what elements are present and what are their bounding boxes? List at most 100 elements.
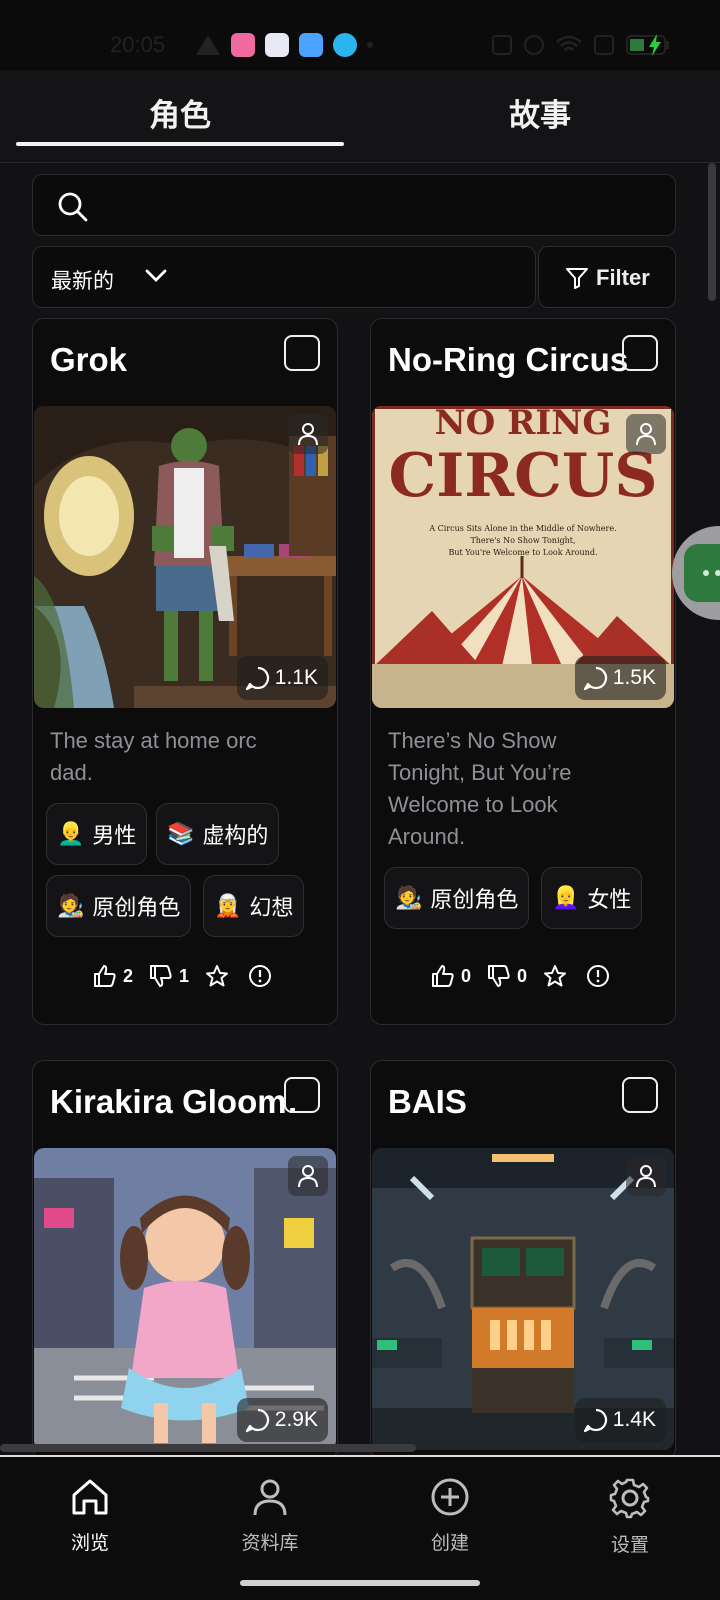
thumbs-down-icon (488, 965, 510, 987)
thumbs-down-icon (150, 965, 172, 987)
status-system-icons (492, 34, 670, 56)
character-image[interactable]: 1.4K (372, 1148, 674, 1450)
tag-chip[interactable]: 🧝 幻想 (203, 875, 305, 937)
like-button[interactable]: 2 (93, 964, 133, 988)
chat-dots-icon (684, 544, 720, 602)
card-title: No-Ring Circus (388, 341, 629, 378)
thumbs-up-icon (94, 965, 116, 987)
select-checkbox[interactable] (622, 1077, 658, 1113)
nav-label: 设置 (610, 1535, 649, 1556)
person-icon (636, 423, 656, 446)
tag-label: 女性 (587, 887, 632, 912)
card-description: There’s No Show Tonight, But You’re Welc… (388, 725, 571, 853)
tag-chip[interactable]: 📚 虚构的 (156, 803, 280, 865)
tag-chip[interactable]: 🧑‍🎨 原创角色 (384, 867, 530, 929)
chat-count: 1.4K (612, 1408, 656, 1431)
sort-dropdown[interactable]: 最新的 (32, 246, 536, 308)
nav-label: 创建 (430, 1533, 469, 1554)
bilibili-app-icon (231, 33, 255, 57)
tag-emoji: 👱‍♂️ (57, 821, 85, 847)
star-icon[interactable] (543, 964, 567, 988)
character-type-badge (626, 414, 666, 454)
select-checkbox[interactable] (622, 335, 658, 371)
tag-emoji: 👱‍♀️ (552, 885, 580, 911)
more-notifications-dot (367, 42, 373, 48)
dislike-count: 0 (517, 965, 528, 986)
character-image[interactable]: NO RING CIRCUS A Circus Sits Alone in th… (372, 406, 674, 708)
description-line: The stay at home orc (50, 728, 257, 753)
vertical-scrollbar[interactable] (708, 163, 716, 301)
description-line: dad. (50, 760, 93, 785)
star-icon[interactable] (205, 964, 229, 988)
character-image[interactable]: 2.9K (34, 1148, 336, 1450)
dislike-button[interactable]: 0 (487, 964, 527, 988)
horizontal-scrollbar[interactable] (0, 1444, 416, 1452)
tag-label: 原创角色 (92, 895, 181, 920)
poster-tagline: There's No Show Tonight, (470, 536, 575, 545)
status-bar: 20:05 (0, 0, 720, 70)
select-checkbox[interactable] (284, 335, 320, 371)
select-checkbox[interactable] (284, 1077, 320, 1113)
nav-label: 资料库 (241, 1533, 299, 1554)
qq-app-icon (333, 33, 357, 57)
report-icon[interactable] (585, 963, 611, 989)
person-icon (298, 1165, 318, 1188)
person-icon (298, 423, 318, 446)
card-stats: 2 1 (93, 963, 273, 989)
card-title: Kirakira Gloom… (50, 1083, 300, 1120)
tag-label: 幻想 (249, 895, 294, 920)
tag-label: 虚构的 (202, 823, 269, 848)
status-notification-icons (195, 33, 373, 57)
poster-tagline: A Circus Sits Alone in the Middle of Now… (428, 524, 616, 533)
chat-count-badge: 1.1K (236, 656, 328, 700)
person-icon (636, 1165, 656, 1188)
chat-count: 1.1K (274, 666, 318, 689)
like-button[interactable]: 0 (431, 964, 471, 988)
tag-chip[interactable]: 👱‍♀️ 女性 (541, 867, 643, 929)
description-line: Tonight, But You’re (388, 760, 572, 785)
chat-count-badge: 2.9K (236, 1398, 328, 1442)
dislike-button[interactable]: 1 (149, 964, 189, 988)
home-indicator[interactable] (240, 1580, 480, 1586)
tab-stories[interactable]: 故事 (360, 90, 720, 135)
chat-count-badge: 1.4K (574, 1398, 666, 1442)
card-title: Grok (50, 341, 128, 378)
floating-assistant-button[interactable] (672, 526, 720, 620)
character-image[interactable]: 1.1K (34, 406, 336, 708)
tag-emoji: 🧝 (214, 893, 242, 919)
funnel-icon (566, 268, 588, 289)
thumbs-up-icon (432, 965, 454, 987)
tag-emoji: 🧑‍🎨 (57, 893, 85, 919)
card-title: BAIS (388, 1083, 467, 1120)
top-tabs: 角色 故事 (0, 70, 720, 163)
status-time: 20:05 (110, 32, 166, 57)
tag-chip[interactable]: 👱‍♂️ 男性 (46, 803, 148, 865)
plus-circle-icon (431, 1478, 469, 1516)
character-card[interactable]: Kirakira Gloom… 2.9K (32, 1060, 338, 1460)
character-type-badge (626, 1156, 666, 1196)
wifi-icon (556, 35, 582, 51)
filter-button[interactable]: Filter (538, 246, 676, 308)
nav-settings[interactable]: 设置 (570, 1477, 690, 1557)
chat-bubble-icon (245, 666, 269, 691)
nav-browse[interactable]: 浏览 (30, 1477, 150, 1555)
warning-icon (196, 35, 220, 55)
character-type-badge (288, 1156, 328, 1196)
character-card[interactable]: Grok (32, 318, 338, 1025)
tab-characters[interactable]: 角色 (16, 90, 344, 135)
nav-library[interactable]: 资料库 (210, 1477, 330, 1555)
chat-count: 2.9K (274, 1408, 318, 1431)
tag-chip[interactable]: 🧑‍🎨 原创角色 (46, 875, 192, 937)
like-count: 2 (123, 965, 134, 986)
search-input[interactable] (32, 174, 676, 236)
nav-create[interactable]: 创建 (390, 1477, 510, 1555)
description-line: There’s No Show (388, 728, 557, 753)
character-card[interactable]: BAIS 1.4K (370, 1060, 676, 1460)
data-icon (594, 35, 614, 55)
alarm-icon (524, 35, 544, 55)
gear-icon (609, 1478, 650, 1519)
character-card[interactable]: No-Ring Circus NO RING CIRCUS A Circus S… (370, 318, 676, 1025)
character-type-badge (288, 414, 328, 454)
chat-count: 1.5K (612, 666, 656, 689)
report-icon[interactable] (247, 963, 273, 989)
